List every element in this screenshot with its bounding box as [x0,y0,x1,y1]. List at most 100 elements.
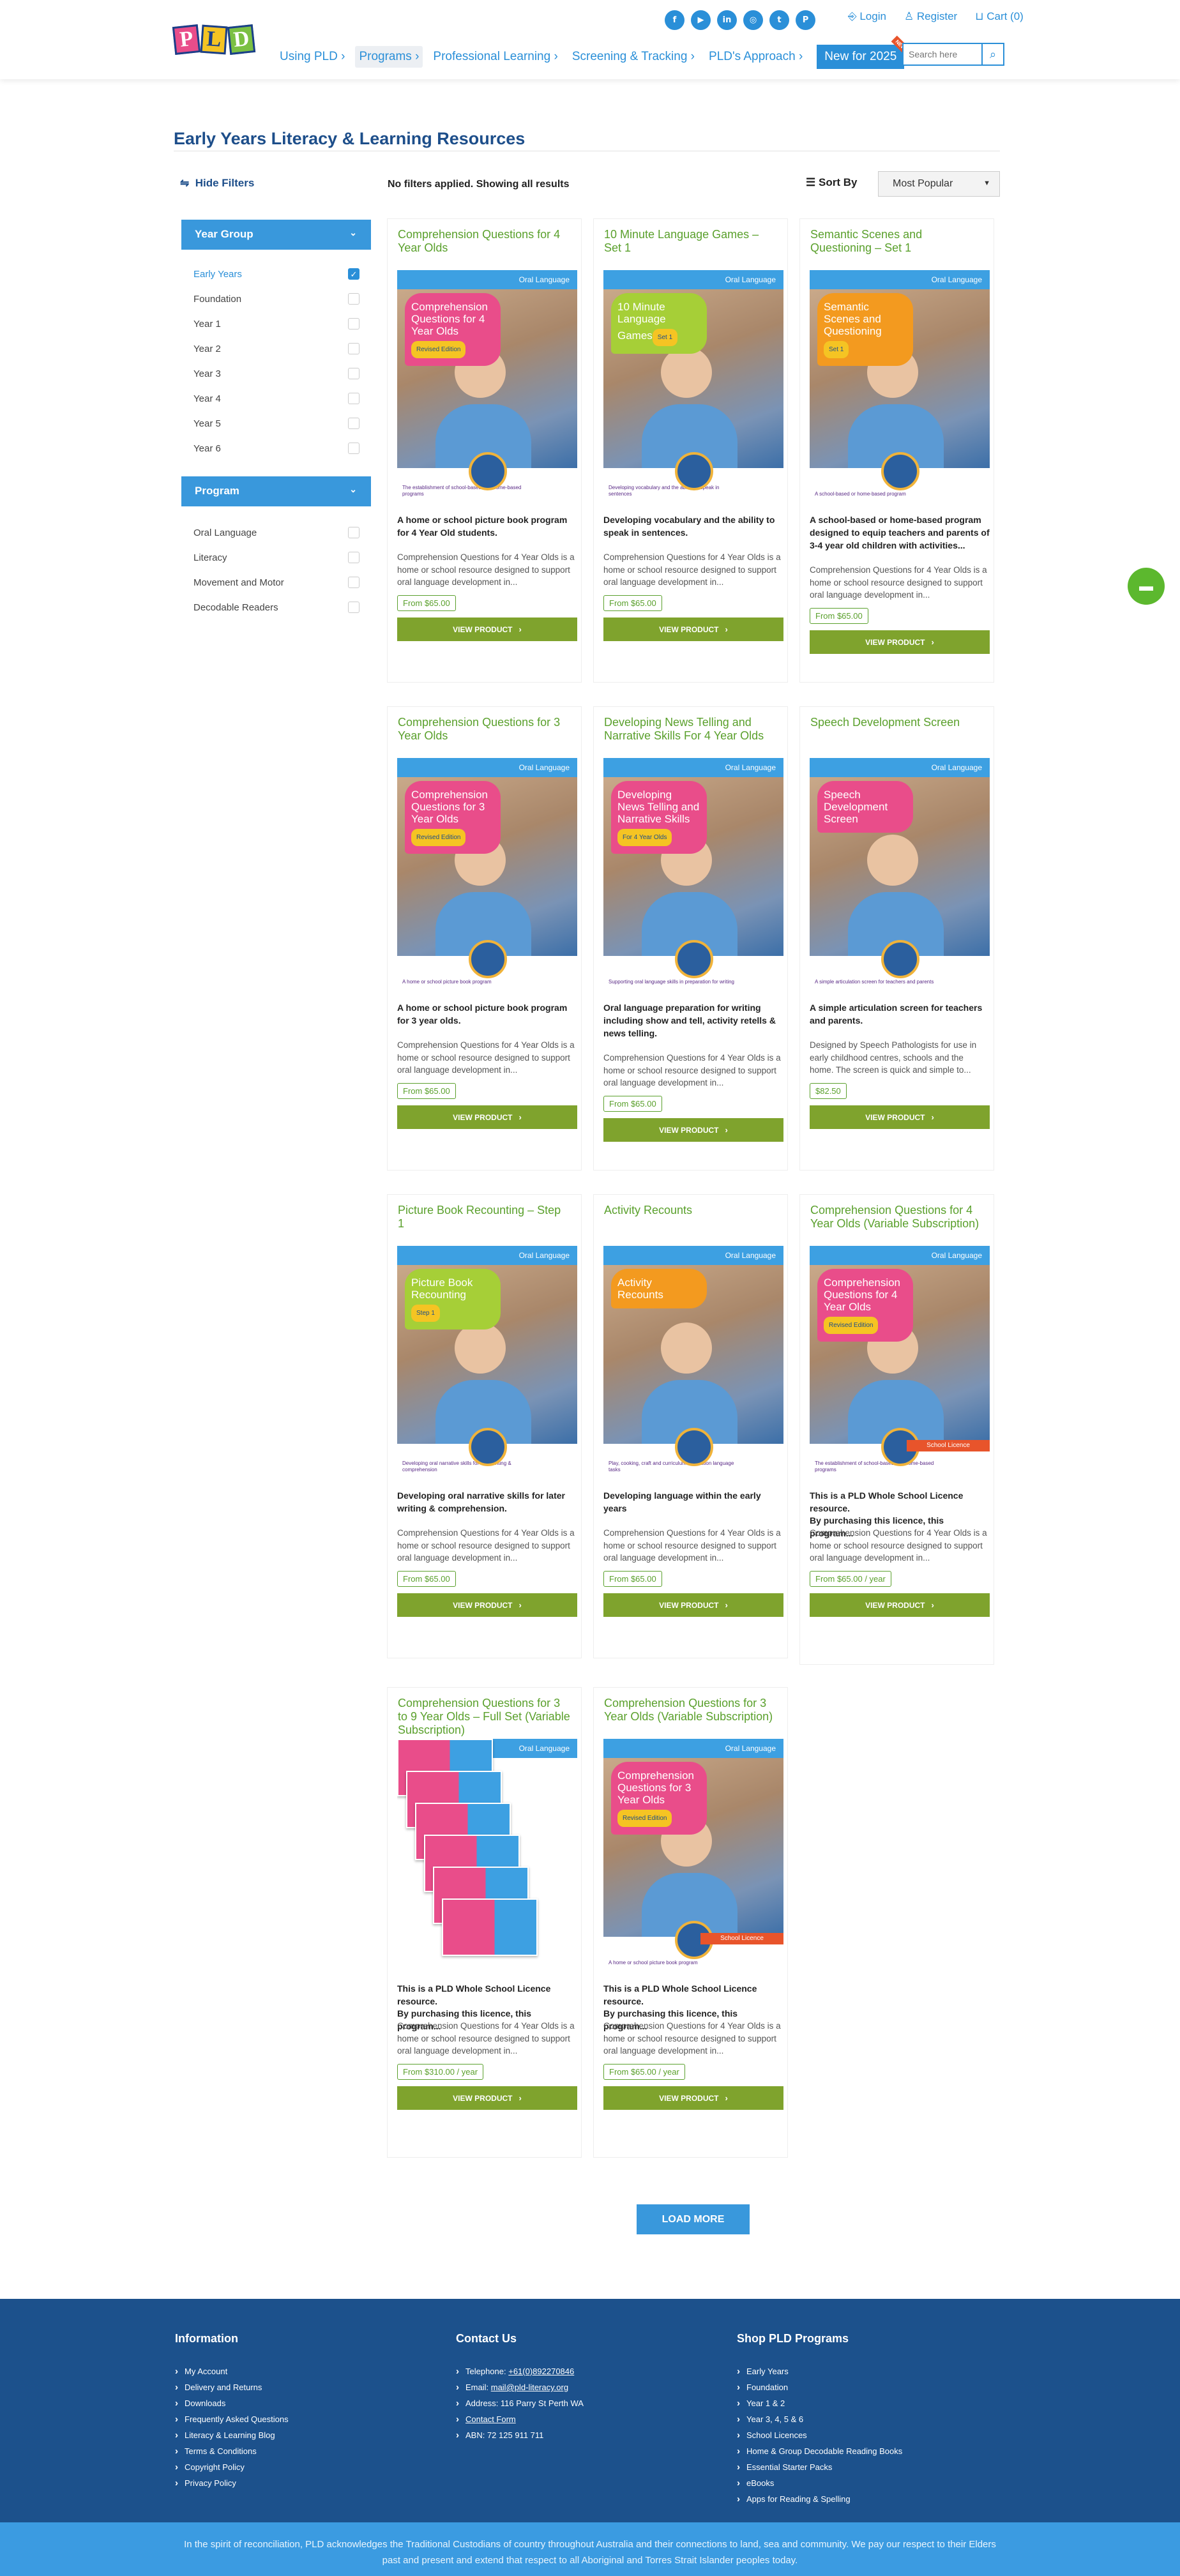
filter-program-header[interactable]: Program ⌄ [181,476,371,506]
search-icon[interactable]: ⌕ [981,44,1003,64]
view-product-button[interactable]: VIEW PRODUCT › [397,1105,577,1129]
footer-link[interactable]: Terms & Conditions [175,2443,289,2459]
view-product-button[interactable]: VIEW PRODUCT › [603,617,783,641]
view-product-button[interactable]: VIEW PRODUCT › [603,1593,783,1617]
filter-item[interactable]: Year 6 [193,443,359,454]
linkedin-icon[interactable]: in [717,10,737,30]
view-product-button[interactable]: VIEW PRODUCT › [603,2086,783,2110]
footer-link[interactable]: Year 1 & 2 [737,2395,902,2411]
filter-item[interactable]: Foundation [193,293,359,305]
product-cover-image[interactable]: Oral Language Comprehension Questions for… [397,270,577,501]
hide-filters-button[interactable]: ⇋ Hide Filters [180,177,254,190]
checkbox[interactable] [348,577,359,588]
filter-item[interactable]: Year 1 [193,318,359,330]
youtube-icon[interactable]: ▶ [691,10,711,30]
checkbox[interactable] [348,343,359,354]
product-title[interactable]: Speech Development Screen [810,716,983,729]
footer-link[interactable]: Privacy Policy [175,2475,289,2491]
filter-item[interactable]: Early Years ✓ [193,268,359,280]
product-cover-image[interactable]: Oral Language [397,1739,577,1970]
footer-link[interactable]: Downloads [175,2395,289,2411]
filter-item[interactable]: Year 2 [193,343,359,354]
filter-item[interactable]: Year 3 [193,368,359,379]
telephone-link[interactable]: +61(0)892270846 [508,2367,574,2376]
product-title[interactable]: Comprehension Questions for 3 to 9 Year … [398,1697,570,1737]
load-more-button[interactable]: LOAD MORE [637,2204,750,2234]
footer-link[interactable]: Early Years [737,2363,902,2379]
twitter-icon[interactable]: t [769,10,789,30]
checkbox[interactable] [348,602,359,613]
checkbox[interactable]: ✓ [348,268,359,280]
product-cover-image[interactable]: Oral Language Picture Book Recounting Step… [397,1246,577,1477]
footer-link[interactable]: Literacy & Learning Blog [175,2427,289,2443]
filter-item[interactable]: Movement and Motor [193,577,359,588]
search-input[interactable] [904,44,981,64]
cart-link[interactable]: ⊔ Cart (0) [975,10,1032,23]
product-title[interactable]: Comprehension Questions for 4 Year Olds [398,228,570,255]
nav-professional-learning[interactable]: Professional Learning › [429,46,561,68]
view-product-button[interactable]: VIEW PRODUCT › [397,1593,577,1617]
view-product-button[interactable]: VIEW PRODUCT › [810,630,990,654]
product-title[interactable]: Semantic Scenes and Questioning – Set 1 [810,228,983,255]
product-cover-image[interactable]: Oral Language Comprehension Questions for… [397,758,577,989]
filter-item[interactable]: Literacy [193,552,359,563]
footer-link[interactable]: Foundation [737,2379,902,2395]
filter-item[interactable]: Year 4 [193,393,359,404]
view-product-button[interactable]: VIEW PRODUCT › [810,1105,990,1129]
product-cover-image[interactable]: Oral Language Activity Recounts Play, cook… [603,1246,783,1477]
footer-link[interactable]: Essential Starter Packs [737,2459,902,2475]
footer-link[interactable]: Year 3, 4, 5 & 6 [737,2411,902,2427]
product-cover-image[interactable]: Oral Language Semantic Scenes and Questio… [810,270,990,501]
register-link[interactable]: ♙ Register [904,10,966,23]
facebook-icon[interactable]: f [665,10,685,30]
view-product-button[interactable]: VIEW PRODUCT › [397,617,577,641]
email-link[interactable]: mail@pld-literacy.org [491,2383,568,2392]
footer-link[interactable]: Copyright Policy [175,2459,289,2475]
footer-link[interactable]: Delivery and Returns [175,2379,289,2395]
filter-item[interactable]: Oral Language [193,527,359,538]
product-title[interactable]: Comprehension Questions for 3 Year Olds [398,716,570,743]
product-cover-image[interactable]: Oral Language 10 Minute Language Games Set… [603,270,783,501]
filter-item[interactable]: Year 5 [193,418,359,429]
view-product-button[interactable]: VIEW PRODUCT › [810,1593,990,1617]
product-cover-image[interactable]: Oral Language Speech Development Screen A … [810,758,990,989]
view-product-button[interactable]: VIEW PRODUCT › [397,2086,577,2110]
footer-link[interactable]: School Licences [737,2427,902,2443]
product-title[interactable]: Picture Book Recounting – Step 1 [398,1204,570,1231]
product-cover-image[interactable]: Oral Language Comprehension Questions for… [810,1246,990,1477]
nav-screening-tracking[interactable]: Screening & Tracking › [568,46,699,68]
footer-link[interactable]: Home & Group Decodable Reading Books [737,2443,902,2459]
pinterest-icon[interactable]: P [796,10,815,30]
product-cover-image[interactable]: Oral Language Developing News Telling and… [603,758,783,989]
product-title[interactable]: 10 Minute Language Games – Set 1 [604,228,776,255]
chat-bubble-icon[interactable]: ▬ [1128,568,1165,605]
nav-new-for-2025[interactable]: New for 2025 NEW [817,35,910,69]
checkbox[interactable] [348,293,359,305]
checkbox[interactable] [348,527,359,538]
nav-using-pld[interactable]: Using PLD › [276,46,349,68]
filter-year-group-header[interactable]: Year Group ⌄ [181,220,371,250]
sort-select[interactable]: Most Popular ▼ [878,171,1000,197]
pld-logo[interactable]: PLD [172,24,261,57]
product-title[interactable]: Comprehension Questions for 3 Year Olds … [604,1697,776,1724]
checkbox[interactable] [348,318,359,330]
footer-link[interactable]: eBooks [737,2475,902,2491]
checkbox[interactable] [348,368,359,379]
footer-link[interactable]: Frequently Asked Questions [175,2411,289,2427]
view-product-button[interactable]: VIEW PRODUCT › [603,1118,783,1142]
product-title[interactable]: Developing News Telling and Narrative Sk… [604,716,776,743]
checkbox[interactable] [348,418,359,429]
nav-plds-approach[interactable]: PLD's Approach › [705,46,806,68]
nav-programs[interactable]: Programs › [355,46,423,68]
filter-item[interactable]: Decodable Readers [193,602,359,613]
checkbox[interactable] [348,552,359,563]
footer-link[interactable]: My Account [175,2363,289,2379]
footer-contact-form[interactable]: Contact Form [456,2411,584,2427]
product-title[interactable]: Activity Recounts [604,1204,776,1217]
checkbox[interactable] [348,443,359,454]
instagram-icon[interactable]: ◎ [743,10,763,30]
product-title[interactable]: Comprehension Questions for 4 Year Olds … [810,1204,983,1231]
login-link[interactable]: ⎆ Login [848,10,895,23]
product-cover-image[interactable]: Oral Language Comprehension Questions for… [603,1739,783,1970]
checkbox[interactable] [348,393,359,404]
